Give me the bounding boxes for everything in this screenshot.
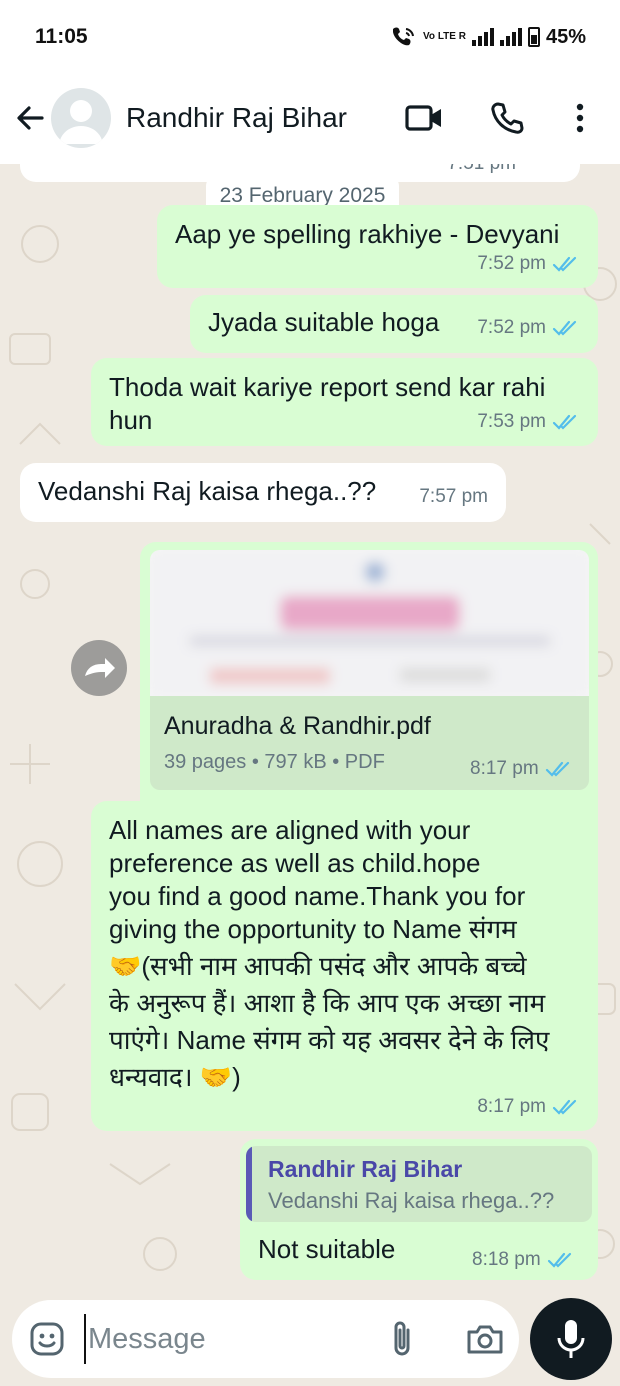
mic-icon xyxy=(557,1320,585,1358)
message-meta: 7:57 pm xyxy=(419,480,488,513)
double-check-icon xyxy=(552,320,577,336)
double-check-icon xyxy=(552,414,577,430)
signal-2-icon xyxy=(499,28,522,46)
message-line: 🤝(सभी नाम आपकी पसंद और आपके बच्चे xyxy=(109,951,527,981)
message-bubble-outgoing[interactable]: Jyada suitable hoga 7:52 pm xyxy=(190,295,598,353)
message-input-pill[interactable] xyxy=(12,1300,519,1378)
status-time: 11:05 xyxy=(35,25,88,48)
double-check-icon xyxy=(545,761,569,777)
back-arrow-icon[interactable] xyxy=(12,100,48,136)
signal-icon xyxy=(471,28,494,46)
avatar-icon xyxy=(59,100,103,144)
quote-author: Randhir Raj Bihar xyxy=(268,1156,463,1182)
emoji-icon[interactable] xyxy=(28,1320,66,1358)
battery-percent: 45% xyxy=(545,25,586,48)
forward-button[interactable] xyxy=(71,640,127,696)
message-line: पाएंगे। Name संगम को यह अवसर देने के लिए xyxy=(109,1025,550,1055)
quote-accent-bar xyxy=(246,1146,252,1222)
double-check-icon xyxy=(552,1099,577,1115)
chat-area[interactable]: 7:51 pm 23 February 2025 Aap ye spelling… xyxy=(0,164,620,1296)
battery-icon xyxy=(527,27,540,47)
message-text: Jyada suitable hoga xyxy=(208,307,440,337)
double-check-icon xyxy=(552,256,577,272)
message-input-bar xyxy=(0,1296,620,1386)
message-text: Vedanshi Raj kaisa rhega..?? xyxy=(38,476,377,506)
message-line: के अनुरूप हैं। आशा है कि आप एक अच्छा नाम xyxy=(109,988,546,1018)
document-preview-image xyxy=(150,550,589,696)
camera-icon[interactable] xyxy=(465,1320,505,1358)
message-line: you find a good name.Thank you for xyxy=(109,881,526,911)
volte-label: Vo LTE R xyxy=(423,31,466,42)
forward-icon xyxy=(85,658,115,678)
message-line: preference as well as child.hope xyxy=(109,848,481,878)
video-call-icon[interactable] xyxy=(404,102,444,134)
wifi-calling-icon xyxy=(393,27,414,46)
message-time: 7:57 pm xyxy=(419,486,488,507)
message-time: 8:17 pm xyxy=(477,1096,546,1117)
message-meta: 8:17 pm xyxy=(477,1090,580,1123)
mic-button[interactable] xyxy=(530,1298,612,1380)
voice-call-icon[interactable] xyxy=(489,100,525,136)
document-details: 39 pages • 797 kB • PDF xyxy=(164,751,385,773)
status-icons: Vo LTE R 45% xyxy=(389,25,586,49)
message-meta: 7:51 pm xyxy=(447,164,516,180)
message-time: 8:17 pm xyxy=(470,758,539,779)
status-bar: 11:05 Vo LTE R 45% xyxy=(0,0,620,76)
message-time: 7:52 pm xyxy=(477,253,546,274)
message-bubble-incoming[interactable]: Vedanshi Raj kaisa rhega..?? 7:57 pm xyxy=(20,463,506,522)
document-thumbnail[interactable] xyxy=(150,550,589,696)
message-meta: 7:52 pm xyxy=(477,311,580,344)
message-bubble-outgoing[interactable]: Aap ye spelling rakhiye - Devyani 7:52 p… xyxy=(157,205,598,288)
attach-icon[interactable] xyxy=(386,1318,418,1360)
message-time: 8:18 pm xyxy=(472,1249,541,1270)
document-file-name: Anuradha & Randhir.pdf xyxy=(164,712,431,740)
chat-header: Randhir Raj Bihar xyxy=(0,76,620,164)
contact-name[interactable]: Randhir Raj Bihar xyxy=(126,102,347,134)
double-check-icon xyxy=(547,1252,571,1268)
message-meta: 8:18 pm xyxy=(472,1249,575,1271)
message-bubble-outgoing[interactable]: Thoda wait kariye report send kar rahi h… xyxy=(91,358,598,446)
message-line: giving the opportunity to Name संगम xyxy=(109,914,517,944)
message-meta: 7:52 pm xyxy=(477,247,580,280)
quoted-message[interactable]: Randhir Raj Bihar Vedanshi Raj kaisa rhe… xyxy=(246,1146,592,1222)
message-time: 7:51 pm xyxy=(447,164,516,180)
message-time: 7:53 pm xyxy=(477,411,546,432)
message-time: 7:52 pm xyxy=(477,317,546,338)
message-meta: 8:17 pm xyxy=(470,758,573,780)
message-input[interactable] xyxy=(84,1314,374,1364)
message-text: Not suitable xyxy=(258,1234,396,1264)
message-meta: 7:53 pm xyxy=(477,405,580,438)
quote-text: Vedanshi Raj kaisa rhega..?? xyxy=(268,1188,555,1213)
more-menu-icon[interactable] xyxy=(566,98,594,138)
avatar[interactable] xyxy=(51,88,111,148)
message-text: All names are aligned with your preferen… xyxy=(109,814,589,1094)
message-line: All names are aligned with your xyxy=(109,815,471,845)
message-bubble-outgoing[interactable]: All names are aligned with your preferen… xyxy=(91,801,598,1131)
